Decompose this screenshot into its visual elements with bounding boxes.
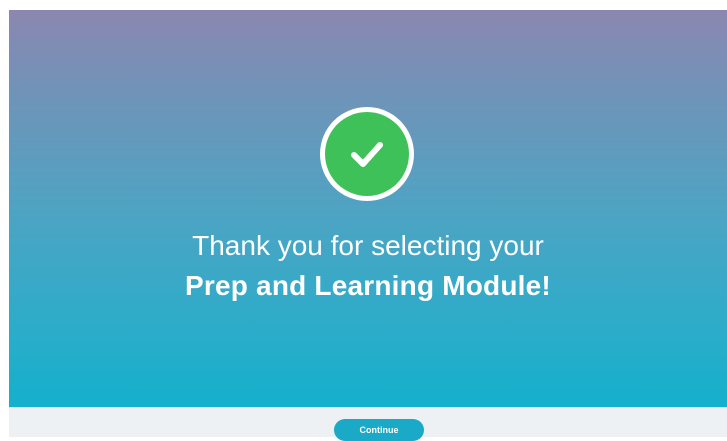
confirmation-message-line2: Prep and Learning Module! xyxy=(185,270,551,301)
confirmation-message-line1: Thank you for selecting your xyxy=(192,230,544,261)
confirmation-hero: Thank you for selecting your Prep and Le… xyxy=(9,10,727,407)
confirmation-message: Thank you for selecting your Prep and Le… xyxy=(9,226,727,306)
continue-button[interactable]: Continue xyxy=(334,419,424,441)
check-circle-fill xyxy=(325,112,409,196)
check-circle-icon xyxy=(320,107,414,201)
checkmark-icon xyxy=(351,142,383,167)
footer-bar: Continue xyxy=(9,407,727,441)
confirmation-screen: Thank you for selecting your Prep and Le… xyxy=(9,10,727,441)
